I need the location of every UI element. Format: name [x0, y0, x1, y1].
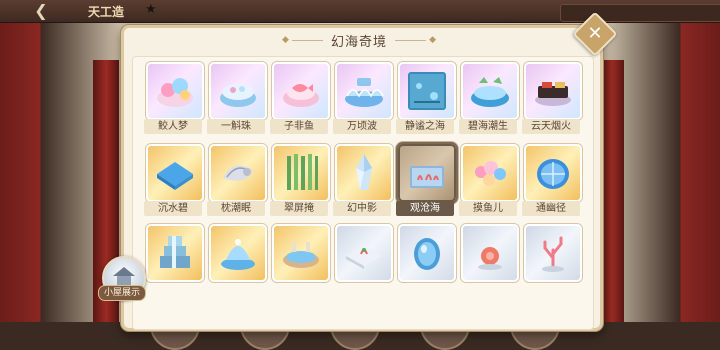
shell-fountain-icon [221, 239, 255, 270]
close-icon[interactable]: ✕ [581, 20, 609, 48]
item-label: 沉水碧 [144, 201, 202, 216]
shell-garden-icon [157, 78, 193, 107]
item-label: 幻中影 [333, 201, 391, 216]
bathing-pool-icon [283, 242, 319, 268]
water-tile-icon [157, 162, 193, 190]
item-slot[interactable] [209, 144, 267, 202]
back-arrow-icon[interactable]: ❮ [30, 1, 52, 21]
item-slot[interactable] [461, 224, 519, 282]
firework-boat-icon [535, 82, 571, 106]
item-label: 鲛人梦 [144, 119, 202, 134]
pearl-platform-icon [220, 84, 256, 107]
blue-egg-icon [414, 238, 440, 270]
item-slot[interactable] [398, 144, 456, 202]
ornament-icon: ◆ [282, 35, 289, 45]
item-grid: 鲛人梦 一斛珠 子非鱼 万顷波 静谧之海 碧海潮生 云天烟火沉水碧 枕潮眠 翠屏掩 幻中影 观沧海摸… [144, 62, 586, 322]
item-slot[interactable] [209, 62, 267, 120]
coral-tile-icon [346, 246, 382, 269]
item-label: 枕潮眠 [207, 201, 265, 216]
item-label: 一斛珠 [207, 119, 265, 134]
item-slot[interactable] [335, 62, 393, 120]
item-slot[interactable] [146, 144, 204, 202]
glass-dome-icon [537, 159, 569, 189]
item-label: 观沧海 [396, 201, 454, 216]
item-slot[interactable] [272, 224, 330, 282]
item-slot[interactable] [524, 144, 582, 202]
item-slot[interactable] [146, 62, 204, 120]
item-slot[interactable] [272, 144, 330, 202]
item-label: 碧海潮生 [459, 119, 517, 134]
page-title: 天工造 [88, 5, 125, 19]
item-slot[interactable] [461, 62, 519, 120]
seaweed-screen-icon [287, 154, 318, 190]
item-label: 静谧之海 [396, 119, 454, 134]
item-label: 万顷波 [333, 119, 391, 134]
conch-shell-icon [223, 165, 253, 181]
crystal-icon [356, 154, 372, 190]
sea-urchin-icon [478, 247, 502, 270]
item-slot[interactable] [398, 62, 456, 120]
item-label: 翠屏掩 [270, 201, 328, 216]
item-label: 子非鱼 [270, 119, 328, 134]
item-slot[interactable] [461, 144, 519, 202]
item-slot[interactable] [146, 224, 204, 282]
coral-branch-icon [542, 236, 564, 272]
item-slot[interactable] [524, 62, 582, 120]
title-divider [395, 39, 427, 41]
item-label: 摸鱼儿 [459, 201, 517, 216]
modal-title-bar: ◆ 幻海奇境 ◆ [279, 30, 439, 50]
sea-floor-icon [408, 72, 446, 110]
item-slot[interactable] [209, 224, 267, 282]
title-divider [291, 39, 323, 41]
star-icon[interactable]: ★ [145, 2, 157, 17]
waterfall-steps-icon [160, 236, 190, 268]
item-slot[interactable] [398, 224, 456, 282]
house-icon [113, 267, 135, 276]
item-label: 通幽径 [522, 201, 580, 216]
item-label: 云天烟火 [522, 119, 580, 134]
item-slot[interactable] [335, 144, 393, 202]
modal-title: 幻海奇境 [331, 34, 388, 50]
ornament-icon: ◆ [429, 35, 437, 45]
house-showcase-label: 小屋展示 [98, 285, 147, 301]
item-slot[interactable] [272, 62, 330, 120]
wave-platform-icon [345, 78, 384, 107]
item-slot[interactable] [524, 224, 582, 282]
coral-tank-icon [410, 166, 444, 188]
coral-reef-icon [475, 161, 506, 186]
tide-pool-icon [471, 77, 509, 107]
fish-pond-icon [283, 84, 319, 107]
right-pillar [600, 60, 624, 322]
item-slot[interactable] [335, 224, 393, 282]
